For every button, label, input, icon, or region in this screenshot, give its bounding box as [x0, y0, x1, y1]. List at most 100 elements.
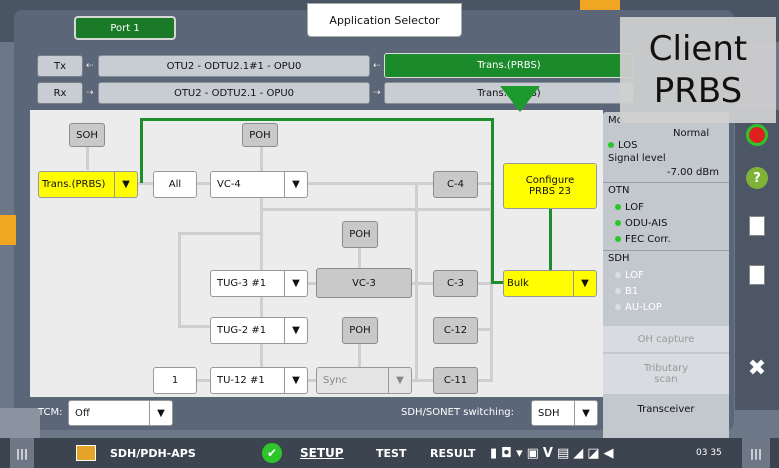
- right-toolbar: ? ✖: [735, 110, 779, 410]
- c11-box[interactable]: C-11: [433, 367, 478, 394]
- led-gray-icon: [615, 272, 621, 278]
- tcm-select[interactable]: Off ▼: [68, 400, 173, 426]
- bottom-bar: ||| SDH/PDH-APS ✔ SETUP TEST RESULT ▮◘▾▣…: [0, 438, 779, 468]
- tributary-scan-label: Tributary scan: [643, 363, 689, 385]
- port-tab[interactable]: Port 1: [74, 16, 176, 40]
- otn-lof-indicator: LOF: [615, 202, 644, 213]
- rx-path-button[interactable]: OTU2 - ODTU2.1 - OPU0: [98, 82, 370, 104]
- connector-line: [197, 379, 211, 382]
- los-indicator: LOS: [608, 140, 637, 151]
- overlay-line1: Client: [648, 29, 748, 69]
- chevron-down-icon: ▼: [284, 172, 307, 197]
- chevron-down-icon: ▼: [149, 401, 172, 425]
- tu12-label: TU-12 #1: [217, 375, 265, 386]
- tug3-select[interactable]: TUG-3 #1 ▼: [210, 270, 308, 297]
- led-gray-icon: [615, 288, 621, 294]
- sdh-lof-label: LOF: [625, 270, 644, 281]
- transceiver-button[interactable]: Transceiver: [603, 396, 729, 422]
- switching-label: SDH/SONET switching:: [401, 407, 514, 418]
- arrow-right-icon: ⇢: [373, 88, 381, 98]
- arrow-right-icon: ⇢: [86, 88, 94, 98]
- status-panel: Mo Normal LOS Signal level -7.00 dBm OTN…: [603, 112, 729, 442]
- trans-prbs-label: Trans.(PRBS): [42, 179, 106, 190]
- vc4-select[interactable]: VC-4 ▼: [210, 171, 308, 198]
- setup-tab[interactable]: SETUP: [300, 438, 344, 468]
- orange-accent-left: [0, 215, 16, 245]
- sdh-header: SDH: [608, 253, 630, 264]
- poh-mid-box[interactable]: POH: [342, 221, 378, 248]
- bulk-select[interactable]: Bulk ▼: [503, 270, 597, 297]
- led-green-icon: [615, 204, 621, 210]
- otn-header: OTN: [608, 185, 630, 196]
- tx-button[interactable]: Tx: [37, 55, 83, 77]
- tx-mode-button[interactable]: Trans.(PRBS): [384, 53, 634, 78]
- configure-prbs-button[interactable]: Configure PRBS 23: [503, 163, 597, 209]
- connector-line: [178, 325, 210, 328]
- tug3-label: TUG-3 #1: [217, 278, 267, 289]
- sdh-aulop-label: AU-LOP: [625, 302, 662, 313]
- vc4-label: VC-4: [217, 179, 241, 190]
- check-icon: ✔: [262, 438, 282, 468]
- app-name: SDH/PDH-APS: [110, 446, 196, 460]
- rx-button[interactable]: Rx: [37, 82, 83, 104]
- report-icon[interactable]: [739, 206, 775, 246]
- client-prbs-overlay: Client PRBS: [620, 17, 776, 123]
- close-icon[interactable]: ✖: [739, 348, 775, 388]
- poh-low-box[interactable]: POH: [342, 317, 378, 344]
- menu-icon[interactable]: |||: [10, 438, 34, 468]
- system-status-icons: ▮◘▾▣V▤◢◪◀: [490, 445, 618, 461]
- sdh-lof-indicator: LOF: [615, 270, 644, 281]
- mode-value: Normal: [673, 128, 710, 139]
- tcm-value: Off: [75, 407, 90, 419]
- arrow-left-icon: ⇠: [86, 61, 94, 71]
- otn-fec-indicator: FEC Corr.: [615, 234, 671, 245]
- soh-box[interactable]: SOH: [69, 123, 105, 147]
- tributary-scan-button[interactable]: Tributary scan: [603, 354, 729, 394]
- clock: 03 35: [696, 448, 722, 458]
- tu12-number-field[interactable]: 1: [153, 367, 197, 394]
- connector-line: [178, 232, 260, 235]
- overlay-line2: PRBS: [653, 71, 743, 111]
- sync-label: Sync: [323, 375, 348, 386]
- led-green-icon: [608, 142, 614, 148]
- signal-path-line: [140, 118, 494, 121]
- vc3-box[interactable]: VC-3: [316, 268, 412, 298]
- connector-line: [263, 208, 493, 211]
- configure-prbs-label: Configure PRBS 23: [525, 175, 575, 197]
- sdh-b1-indicator: B1: [615, 286, 638, 297]
- test-tab[interactable]: TEST: [376, 438, 406, 468]
- otn-oduais-label: ODU-AIS: [625, 218, 668, 229]
- tug2-select[interactable]: TUG-2 #1 ▼: [210, 317, 308, 344]
- all-box[interactable]: All: [153, 171, 197, 198]
- app-icon: [76, 438, 96, 468]
- switching-select[interactable]: SDH ▼: [531, 400, 598, 426]
- selection-marker: [500, 86, 540, 112]
- tx-path-button[interactable]: OTU2 - ODTU2.1#1 - OPU0: [98, 55, 370, 77]
- bulk-label: Bulk: [507, 278, 529, 289]
- oh-capture-button[interactable]: OH capture: [603, 326, 729, 352]
- sync-select[interactable]: Sync ▼: [316, 367, 412, 394]
- signal-level-label: Signal level: [608, 153, 666, 164]
- connector-line: [358, 248, 361, 268]
- help-icon[interactable]: ?: [739, 158, 775, 198]
- signal-path-line: [549, 208, 552, 270]
- chevron-down-icon: ▼: [114, 172, 137, 197]
- tu12-select[interactable]: TU-12 #1 ▼: [210, 367, 308, 394]
- application-selector-tab[interactable]: Application Selector: [307, 3, 462, 37]
- mapping-diagram: [30, 110, 603, 397]
- gray-accent-left: [0, 408, 40, 438]
- tcm-label: TCM:: [38, 407, 63, 418]
- chevron-down-icon: ▼: [284, 318, 307, 343]
- trans-prbs-select[interactable]: Trans.(PRBS) ▼: [38, 171, 138, 198]
- led-gray-icon: [615, 304, 621, 310]
- c12-box[interactable]: C-12: [433, 317, 478, 344]
- notes-icon[interactable]: [739, 255, 775, 295]
- sdh-aulop-indicator: AU-LOP: [615, 302, 662, 313]
- connector-line: [478, 379, 493, 382]
- signal-path-line: [491, 118, 494, 284]
- right-menu-icon[interactable]: |||: [742, 438, 770, 468]
- c4-box[interactable]: C-4: [433, 171, 478, 198]
- poh-top-box[interactable]: POH: [242, 123, 278, 147]
- c3-box[interactable]: C-3: [433, 270, 478, 297]
- result-tab[interactable]: RESULT: [430, 438, 476, 468]
